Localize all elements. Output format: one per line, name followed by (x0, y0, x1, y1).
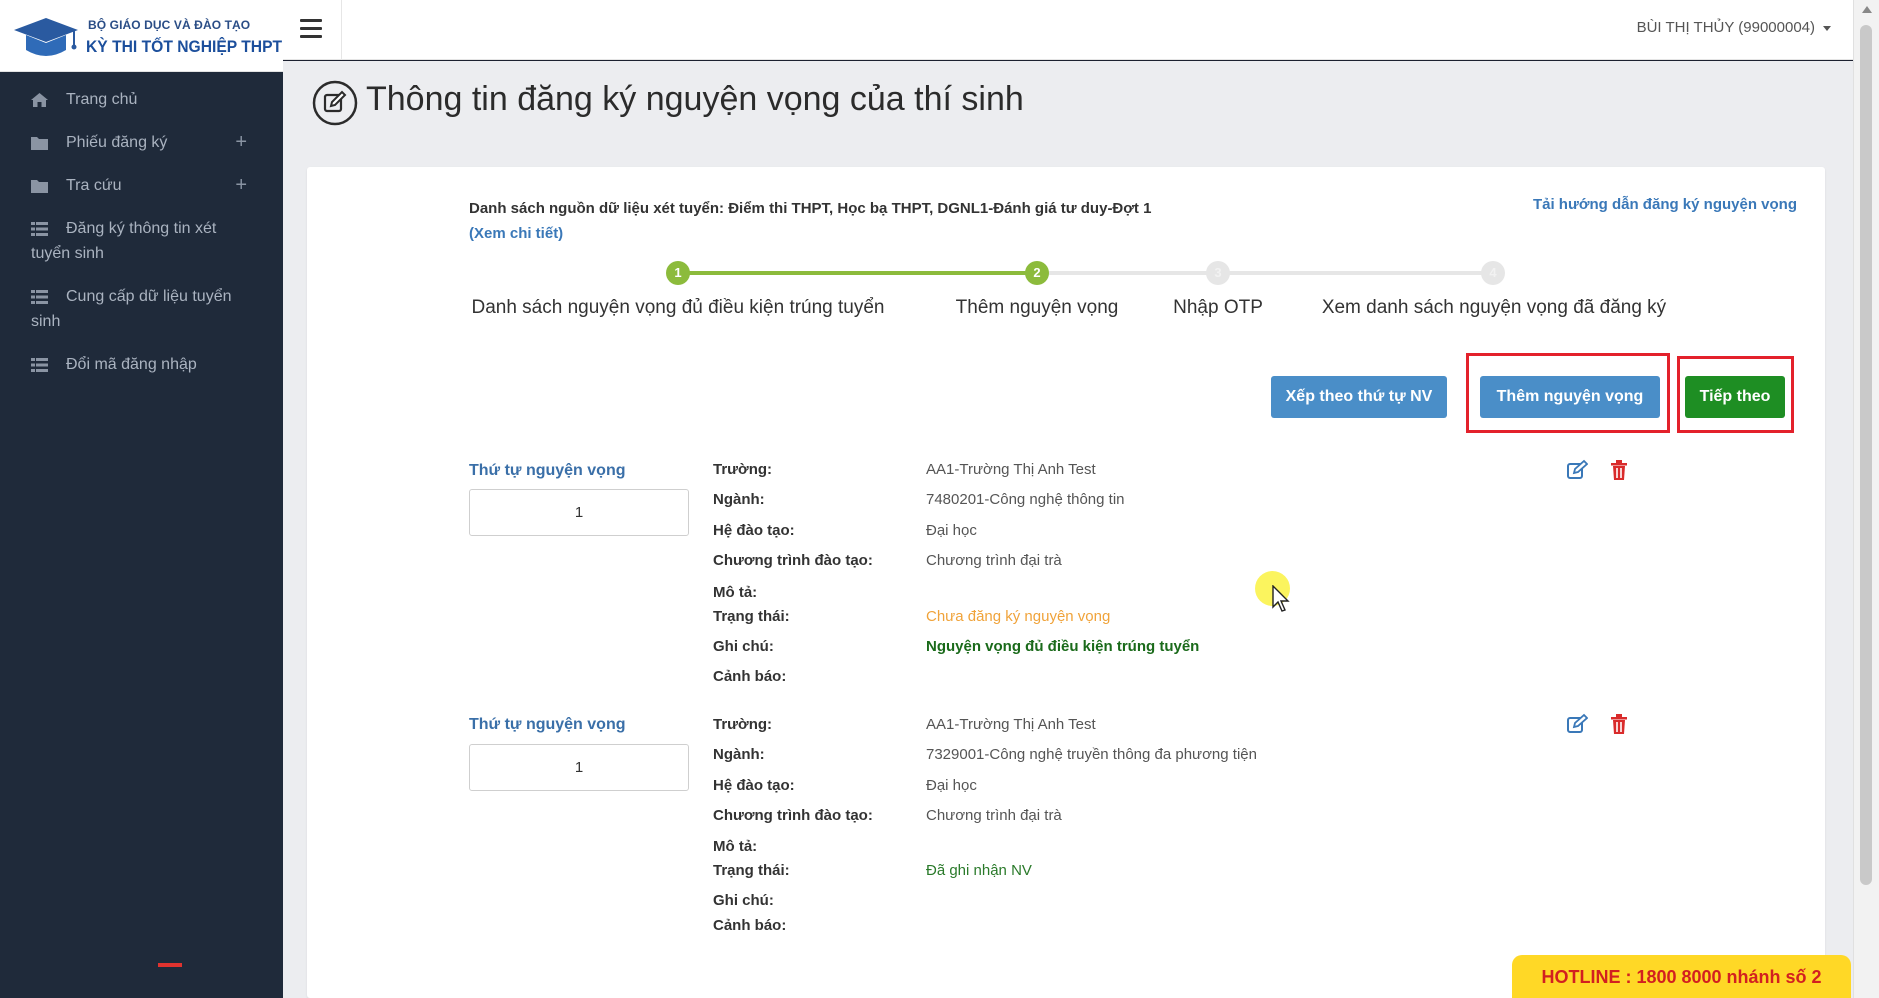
status-value: Đã ghi nhận NV (926, 862, 1032, 879)
sort-by-order-button[interactable]: Xếp theo thứ tự NV (1271, 376, 1447, 418)
logo[interactable]: BỘ GIÁO DỤC VÀ ĐÀO TẠO KỲ THI TỐT NGHIỆP… (0, 0, 283, 72)
scroll-up-icon[interactable] (1862, 6, 1872, 13)
top-divider (341, 0, 342, 60)
step-connector-pending (1038, 271, 1494, 275)
order-label: Thứ tự nguyện vọng (469, 462, 626, 479)
description-label: Mô tả: (713, 584, 758, 601)
level-label: Hệ đào tạo: (713, 777, 795, 794)
program-value: Chương trình đại trà (926, 807, 1062, 824)
note-label: Ghi chú: (713, 892, 774, 909)
list-icon (31, 222, 48, 236)
major-label: Ngành: (713, 746, 765, 763)
level-label: Hệ đào tạo: (713, 522, 795, 539)
order-label: Thứ tự nguyện vọng (469, 716, 626, 733)
graduation-cap-icon (14, 18, 78, 56)
sidebar-menu: Trang chủ Phiếu đăng ký + Tra cứu + Đăng… (0, 78, 283, 386)
school-value: AA1-Trường Thị Anh Test (926, 461, 1096, 478)
sidebar-item-label: Đăng ký thông tin xét tuyển sinh (31, 220, 217, 262)
sidebar-item-label: Đổi mã đăng nhập (66, 356, 197, 373)
page-title: Thông tin đăng ký nguyện vọng của thí si… (366, 80, 1024, 118)
warning-label: Cảnh báo: (713, 917, 787, 934)
next-button[interactable]: Tiếp theo (1685, 376, 1785, 418)
note-label: Ghi chú: (713, 638, 774, 655)
school-label: Trường: (713, 716, 773, 733)
expand-icon[interactable]: + (235, 173, 247, 198)
sidebar-item-label: Phiếu đăng ký (66, 134, 168, 151)
edit-icon[interactable] (1566, 459, 1588, 481)
sidebar-item-provide-data[interactable]: Cung cấp dữ liệu tuyển sinh (0, 275, 283, 343)
add-preference-button[interactable]: Thêm nguyện vọng (1480, 376, 1660, 418)
scroll-thumb[interactable] (1860, 25, 1872, 885)
top-bar: BÙI THỊ THỦY (99000004) (283, 0, 1853, 60)
step-1-dot: 1 (666, 261, 690, 285)
sidebar-item-home[interactable]: Trang chủ (0, 78, 283, 121)
view-details-link[interactable]: (Xem chi tiết) (469, 225, 563, 242)
step-3-dot: 3 (1206, 261, 1230, 285)
sidebar-item-admission-info[interactable]: Đăng ký thông tin xét tuyển sinh (0, 207, 283, 275)
trash-icon[interactable] (1608, 459, 1630, 481)
edit-circle-icon (312, 80, 358, 126)
folder-icon (31, 137, 48, 150)
status-value: Chưa đăng ký nguyện vọng (926, 608, 1111, 625)
folder-icon (31, 180, 48, 193)
menu-toggle-icon[interactable] (300, 19, 322, 38)
sidebar-item-label: Cung cấp dữ liệu tuyển sinh (31, 288, 232, 330)
major-label: Ngành: (713, 491, 765, 508)
major-value: 7480201-Công nghệ thông tin (926, 491, 1125, 508)
download-guide-link[interactable]: Tải hướng dẫn đăng ký nguyện vọng (1533, 196, 1797, 213)
home-icon (31, 93, 48, 107)
level-value: Đại học (926, 522, 977, 539)
edit-icon[interactable] (1566, 713, 1588, 735)
program-value: Chương trình đại trà (926, 552, 1062, 569)
step-connector-done (678, 271, 1038, 275)
step-4-label: Xem danh sách nguyện vọng đã đăng ký (1321, 297, 1667, 318)
level-value: Đại học (926, 777, 977, 794)
list-icon (31, 358, 48, 372)
step-2-label: Thêm nguyện vọng (955, 297, 1119, 318)
logo-exam-text: KỲ THI TỐT NGHIỆP THPT (86, 37, 283, 56)
trash-icon[interactable] (1608, 713, 1630, 735)
mouse-cursor-icon (1272, 585, 1290, 612)
sidebar-item-change-login[interactable]: Đổi mã đăng nhập (0, 343, 283, 386)
hotline-banner: HOTLINE : 1800 8000 nhánh số 2 (1512, 955, 1851, 998)
step-1-label: Danh sách nguyện vọng đủ điều kiện trúng… (471, 297, 885, 318)
sidebar-red-marker (158, 963, 182, 967)
warning-label: Cảnh báo: (713, 668, 787, 685)
school-label: Trường: (713, 461, 773, 478)
status-label: Trạng thái: (713, 862, 790, 879)
major-value: 7329001-Công nghệ truyền thông đa phương… (926, 746, 1257, 763)
step-2-dot: 2 (1025, 261, 1049, 285)
program-label: Chương trình đào tạo: (713, 807, 873, 824)
sidebar: BỘ GIÁO DỤC VÀ ĐÀO TẠO KỲ THI TỐT NGHIỆP… (0, 0, 283, 998)
data-source-text: Danh sách nguồn dữ liệu xét tuyển: Điểm … (469, 196, 1189, 246)
sidebar-item-registration[interactable]: Phiếu đăng ký + (0, 121, 283, 164)
school-value: AA1-Trường Thị Anh Test (926, 716, 1096, 733)
sidebar-item-lookup[interactable]: Tra cứu + (0, 164, 283, 207)
step-4-dot: 4 (1481, 261, 1505, 285)
user-name-text: BÙI THỊ THỦY (99000004) (1636, 19, 1815, 36)
program-label: Chương trình đào tạo: (713, 552, 873, 569)
logo-ministry-text: BỘ GIÁO DỤC VÀ ĐÀO TẠO (88, 18, 251, 32)
description-label: Mô tả: (713, 838, 758, 855)
caret-down-icon (1823, 25, 1831, 31)
order-input[interactable] (469, 744, 689, 791)
expand-icon[interactable]: + (235, 130, 247, 155)
status-label: Trạng thái: (713, 608, 790, 625)
sidebar-item-label: Tra cứu (66, 177, 122, 194)
page-scrollbar[interactable] (1853, 0, 1879, 998)
sidebar-item-label: Trang chủ (66, 91, 138, 108)
note-value: Nguyện vọng đủ điều kiện trúng tuyển (926, 638, 1200, 655)
order-input[interactable] (469, 489, 689, 536)
data-source-prefix: Danh sách nguồn dữ liệu xét tuyển: Điểm … (469, 200, 1152, 217)
list-icon (31, 290, 48, 304)
step-3-label: Nhập OTP (1173, 297, 1263, 318)
user-menu[interactable]: BÙI THỊ THỦY (99000004) (1637, 19, 1831, 36)
content-panel (307, 167, 1825, 998)
